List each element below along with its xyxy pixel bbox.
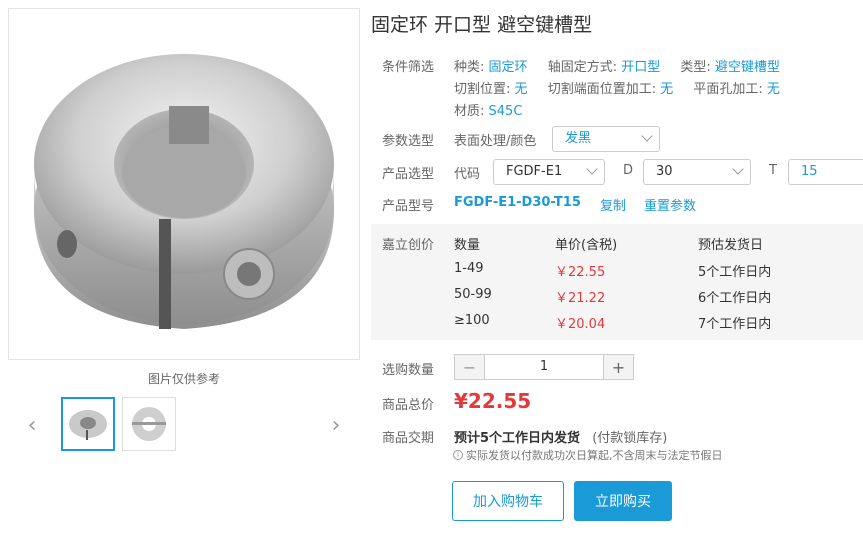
delivery-section-label: 商品交期 bbox=[382, 431, 435, 446]
buy-now-button[interactable]: 立即购买 bbox=[574, 481, 672, 521]
delivery-note-text: 实际发货以付款成功次日算起,不含周末与法定节假日 bbox=[466, 449, 723, 462]
thumbnail-image-icon bbox=[132, 407, 166, 441]
chevron-down-icon bbox=[641, 130, 653, 142]
price-row-price: ￥22.55 bbox=[555, 265, 606, 280]
chevron-down-icon bbox=[732, 163, 744, 175]
price-section-label: 嘉立创价 bbox=[382, 238, 435, 253]
price-row-qty: ≥100 bbox=[454, 313, 490, 328]
filter-line-1: 种类: 固定环 轴固定方式: 开口型 类型: 避空键槽型 bbox=[454, 56, 796, 75]
reset-params-link[interactable]: 重置参数 bbox=[644, 195, 696, 214]
filter-value-flat-hole[interactable]: 无 bbox=[767, 82, 780, 97]
quantity-section-label: 选购数量 bbox=[382, 363, 435, 378]
price-row-qty: 1-49 bbox=[454, 261, 484, 276]
total-price: ¥22.55 bbox=[454, 389, 532, 413]
surface-select[interactable]: 发黑 bbox=[552, 126, 660, 152]
t-select[interactable]: 15 bbox=[788, 159, 863, 185]
main-product-image bbox=[8, 8, 360, 360]
selection-section-label: 产品选型 bbox=[382, 167, 435, 182]
quantity-input[interactable]: 1 bbox=[485, 355, 603, 379]
price-row-qty: 50-99 bbox=[454, 287, 492, 302]
copy-link[interactable]: 复制 bbox=[600, 195, 626, 214]
clamp-collar-image bbox=[34, 54, 334, 329]
filter-key: 材质: bbox=[454, 104, 485, 119]
model-section-label: 产品型号 bbox=[382, 199, 435, 214]
model-code: FGDF-E1-D30-T15 bbox=[454, 195, 581, 210]
price-header-unit: 单价(含税) bbox=[555, 238, 618, 253]
filter-key: 切割端面位置加工: bbox=[547, 82, 657, 97]
filter-line-3: 材质: S45C bbox=[454, 100, 538, 119]
thumbnail-1[interactable] bbox=[61, 397, 115, 451]
filter-value-cut-position[interactable]: 无 bbox=[515, 82, 528, 97]
image-reference-note: 图片仅供参考 bbox=[147, 372, 220, 386]
d-label: D bbox=[623, 163, 634, 178]
t-label: T bbox=[769, 163, 777, 178]
price-header-qty: 数量 bbox=[454, 238, 481, 253]
price-row-price: ￥21.22 bbox=[555, 291, 606, 306]
filter-value-kind[interactable]: 固定环 bbox=[489, 60, 528, 75]
delivery-main: 预计5个工作日内发货 bbox=[454, 431, 581, 446]
filter-key: 切割位置: bbox=[454, 82, 511, 97]
info-icon: i bbox=[453, 450, 463, 460]
add-to-cart-button[interactable]: 加入购物车 bbox=[452, 481, 564, 521]
code-select[interactable]: FGDF-E1 bbox=[493, 159, 605, 185]
chevron-down-icon bbox=[586, 163, 598, 175]
price-row-ship: 5个工作日内 bbox=[698, 265, 772, 280]
thumbnail-image-icon bbox=[69, 410, 107, 440]
price-row-ship: 7个工作日内 bbox=[698, 317, 772, 332]
d-select[interactable]: 30 bbox=[643, 159, 751, 185]
filter-key: 种类: bbox=[454, 60, 485, 75]
next-image-arrow-icon[interactable]: › bbox=[326, 410, 346, 440]
prev-image-arrow-icon[interactable]: ‹ bbox=[22, 410, 42, 440]
price-table: 嘉立创价 数量 单价(含税) 预估发货日 1-49 ￥22.55 5个工作日内 … bbox=[371, 224, 863, 340]
t-select-value: 15 bbox=[801, 164, 818, 179]
filter-line-2: 切割位置: 无 切割端面位置加工: 无 平面孔加工: 无 bbox=[454, 78, 796, 97]
filter-value-fix-method[interactable]: 开口型 bbox=[621, 60, 660, 75]
price-header-ship: 预估发货日 bbox=[698, 238, 764, 253]
params-section-label: 参数选型 bbox=[382, 134, 435, 149]
filter-key: 轴固定方式: bbox=[547, 60, 618, 75]
delivery-info: 预计5个工作日内发货 (付款锁库存) bbox=[454, 427, 667, 446]
filter-value-cut-face[interactable]: 无 bbox=[660, 82, 673, 97]
quantity-stepper: − 1 + bbox=[454, 354, 634, 380]
surface-select-value: 发黑 bbox=[565, 131, 592, 146]
surface-label: 表面处理/颜色 bbox=[454, 134, 537, 149]
quantity-decrement-button[interactable]: − bbox=[455, 355, 485, 379]
filter-value-type[interactable]: 避空键槽型 bbox=[715, 60, 780, 75]
code-select-value: FGDF-E1 bbox=[506, 164, 563, 179]
delivery-sub: (付款锁库存) bbox=[592, 431, 668, 446]
filter-section-label: 条件筛选 bbox=[382, 60, 435, 75]
price-row-ship: 6个工作日内 bbox=[698, 291, 772, 306]
quantity-increment-button[interactable]: + bbox=[603, 355, 633, 379]
d-select-value: 30 bbox=[656, 164, 673, 179]
delivery-note: i 实际发货以付款成功次日算起,不含周末与法定节假日 bbox=[453, 447, 723, 463]
total-section-label: 商品总价 bbox=[382, 398, 435, 413]
thumbnail-2[interactable] bbox=[122, 397, 176, 451]
code-label: 代码 bbox=[454, 167, 481, 182]
product-title: 固定环 开口型 避空键槽型 bbox=[371, 14, 593, 36]
price-row-price: ￥20.04 bbox=[555, 317, 606, 332]
filter-key: 类型: bbox=[680, 60, 711, 75]
filter-key: 平面孔加工: bbox=[693, 82, 763, 97]
filter-value-material[interactable]: S45C bbox=[489, 104, 523, 119]
